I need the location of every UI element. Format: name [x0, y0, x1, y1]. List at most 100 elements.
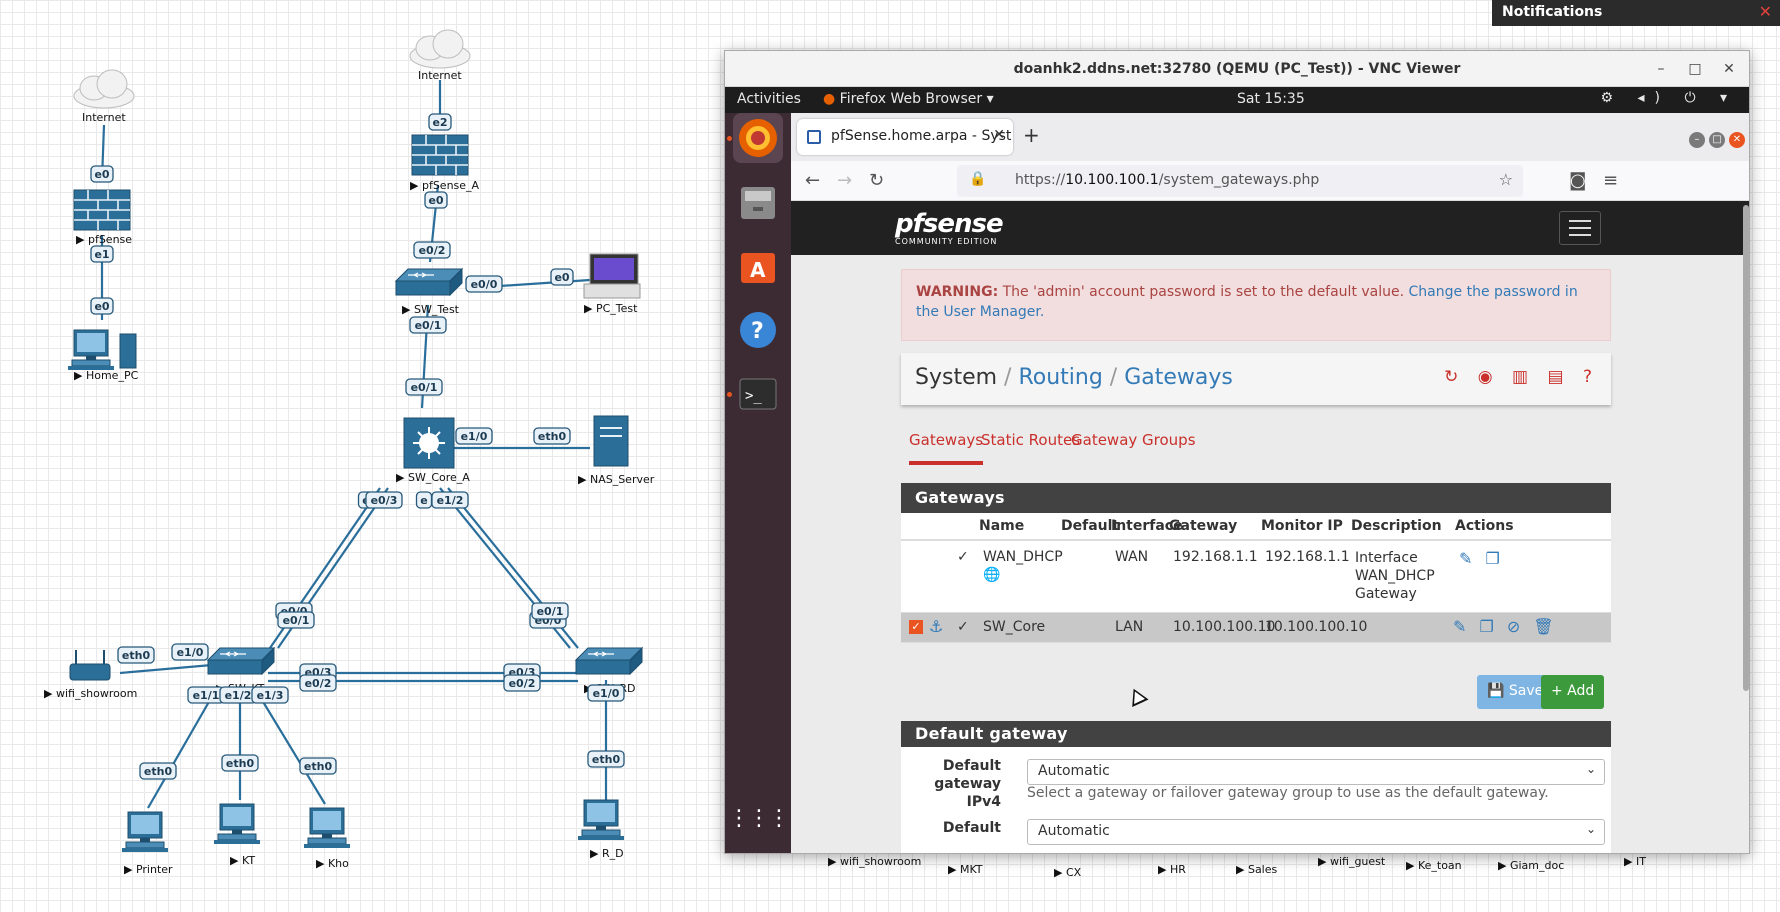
bottom-node-label: ▶ MKT — [948, 863, 983, 876]
port-label-wifi_eth0: eth0 — [117, 646, 155, 664]
hamburger-menu-button[interactable] — [1559, 211, 1601, 245]
port-label-core_e10: e1/0 — [455, 427, 493, 445]
pfsense-favicon-icon — [807, 130, 821, 144]
node-nas-server[interactable]: ▶ NAS_Server — [578, 415, 655, 486]
svg-text:e1/2: e1/2 — [225, 689, 252, 702]
vnc-titlebar[interactable]: doanhk2.ddns.net:32780 (QEMU (PC_Test)) … — [725, 51, 1749, 87]
svg-text:▶ Kho: ▶ Kho — [316, 857, 349, 870]
close-icon[interactable]: ✕ — [1759, 2, 1772, 21]
bottom-node-label: ▶ CX — [1054, 866, 1082, 879]
clock[interactable]: Sat 15:35 — [1237, 91, 1305, 107]
maximize-button[interactable]: □ — [1679, 51, 1711, 87]
edit-copy-disable-delete-icons[interactable]: ✎ ❐ ⊘ 🗑 — [1453, 617, 1558, 636]
svg-text:Internet: Internet — [82, 111, 126, 124]
node-home-pc[interactable]: ▶ Home_PC — [67, 329, 139, 382]
status-online-icon: ✓ — [957, 549, 969, 565]
node-kho[interactable]: ▶ Kho — [303, 807, 351, 870]
node-pfsense-a[interactable]: ▶ pfSense_A — [410, 134, 480, 192]
status-online-icon: ✓ — [957, 619, 969, 635]
node-internet-top[interactable]: Internet — [409, 29, 471, 82]
bottom-node-label: ▶ HR — [1158, 863, 1186, 876]
pc-icon — [577, 799, 625, 841]
node-kt[interactable]: ▶ KT — [213, 803, 261, 867]
page-scrollbar[interactable] — [1743, 205, 1749, 691]
url-bar[interactable]: 🔒 https://10.100.100.1/system_gateways.p… — [957, 165, 1523, 197]
pfsense-page[interactable]: pfsense COMMUNITY EDITION WARNING: The '… — [791, 201, 1749, 853]
bottom-node-label: ▶ wifi_showroom — [828, 855, 921, 868]
breadcrumb-gateways-link[interactable]: Gateways — [1124, 365, 1233, 390]
notifications-title: Notifications — [1502, 4, 1603, 20]
node-r-d[interactable]: ▶ R_D — [577, 799, 625, 860]
pfsense-logo[interactable]: pfsense COMMUNITY EDITION — [895, 209, 1004, 246]
close-icon[interactable]: ✕ — [1729, 132, 1745, 148]
svg-text:e1/1: e1/1 — [193, 689, 220, 702]
add-button[interactable]: + Add — [1541, 675, 1605, 709]
bookmark-star-icon[interactable]: ☆ — [1499, 170, 1513, 189]
show-apps-grid-icon[interactable]: ⋮⋮⋮ — [728, 793, 790, 843]
svg-text:▶ SW_Core_A: ▶ SW_Core_A — [396, 471, 470, 484]
back-button[interactable]: ← — [805, 170, 820, 191]
help-dock-icon[interactable]: ? — [733, 305, 783, 355]
node-pc-test[interactable]: ▶ PC_Test — [583, 253, 641, 315]
minimize-icon[interactable]: – — [1689, 132, 1705, 148]
svg-text:e0/1: e0/1 — [411, 381, 438, 394]
app-menu-button[interactable]: ● Firefox Web Browser ▾ — [823, 91, 994, 107]
node-printer[interactable]: ▶ Printer — [121, 811, 173, 876]
reload-button[interactable]: ↻ — [869, 170, 884, 191]
port-label-core_e03: e0/3 — [365, 491, 403, 509]
tab-gateway-groups[interactable]: Gateway Groups — [1071, 431, 1196, 449]
page-action-icons[interactable]: ↻ ◉ ▥ ▤ ? — [1444, 367, 1599, 387]
pocket-icon[interactable]: ◙ — [1569, 170, 1586, 191]
node-internet-left[interactable]: Internet — [73, 69, 135, 124]
topology-links — [100, 80, 608, 809]
firefox-dock-icon[interactable] — [733, 113, 783, 163]
svg-text:e0/1: e0/1 — [283, 614, 310, 627]
svg-text:▶ R_D: ▶ R_D — [590, 847, 624, 860]
system-tray[interactable]: ⚙ ◂) ⏻ ▾ — [1601, 90, 1738, 106]
files-dock-icon[interactable] — [733, 177, 783, 227]
svg-text:eth0: eth0 — [226, 757, 255, 770]
tab-pfsense-gateways[interactable]: pfSense.home.arpa - Syst ✕ — [797, 119, 1013, 155]
lock-icon[interactable]: 🔒 — [969, 171, 986, 187]
activities-button[interactable]: Activities — [737, 91, 801, 107]
maximize-icon[interactable]: □ — [1709, 132, 1725, 148]
breadcrumb-routing-link[interactable]: Routing — [1018, 365, 1102, 390]
port-label-swt_e01: e0/1 — [409, 316, 447, 334]
tab-gateways[interactable]: Gateways — [909, 431, 984, 465]
table-row[interactable]: ✓ WAN_DHCP 🌐 WAN 192.168.1.1 192.168.1.1… — [901, 541, 1611, 613]
default-gateway-heading: Default gateway — [901, 721, 1611, 747]
close-tab-icon[interactable]: ✕ — [993, 127, 1005, 143]
new-tab-button[interactable]: + — [1023, 123, 1040, 147]
tab-static-routes[interactable]: Static Routes — [981, 431, 1080, 449]
node-sw-test[interactable]: ▶ SW_Test — [395, 268, 463, 316]
breadcrumb: System / Routing / Gateways ↻ ◉ ▥ ▤ ? — [901, 353, 1611, 405]
svg-text:e1/2: e1/2 — [437, 494, 464, 507]
default-gateway-ipv6-select[interactable]: Automatic ⌄ — [1027, 819, 1605, 845]
node-pfsense[interactable]: ▶ pfSense — [73, 189, 132, 246]
table-row[interactable]: ✓ ⚓ ✓ SW_Core LAN 10.100.100.10 10.100.1… — [901, 613, 1611, 643]
app-menu-icon[interactable]: ≡ — [1603, 170, 1618, 191]
minimize-button[interactable]: – — [1645, 51, 1677, 87]
row-checkbox[interactable]: ✓ — [909, 620, 923, 634]
svg-text:e0/0: e0/0 — [471, 278, 498, 291]
software-store-dock-icon[interactable]: A — [733, 241, 783, 291]
svg-text:e1/0: e1/0 — [593, 687, 620, 700]
close-button[interactable]: ✕ — [1713, 51, 1745, 87]
svg-text:eth0: eth0 — [538, 430, 567, 443]
vnc-viewer-window[interactable]: doanhk2.ddns.net:32780 (QEMU (PC_Test)) … — [724, 50, 1750, 854]
anchor-icon[interactable]: ⚓ — [929, 617, 943, 636]
port-label-kt_e11: e1/1 — [187, 686, 225, 704]
svg-text:eth0: eth0 — [122, 649, 151, 662]
firefox-window[interactable]: pfSense.home.arpa - Syst ✕ + – □ ✕ ← → ↻ 🔒… — [791, 113, 1749, 853]
svg-text:e0/1: e0/1 — [415, 319, 442, 332]
port-label-kt_e12: e1/2 — [219, 686, 257, 704]
edit-copy-icons[interactable]: ✎ ❐ — [1459, 549, 1504, 568]
forward-button[interactable]: → — [837, 170, 852, 191]
bottom-node-label: ▶ Ke_toan — [1406, 859, 1462, 872]
pfsense-header: pfsense COMMUNITY EDITION — [791, 201, 1749, 255]
default-gateway-panel: Default gateway IPv4 Automatic ⌄ Select a… — [901, 747, 1611, 853]
gateways-panel-heading: Gateways — [901, 483, 1611, 513]
dock: A ? >_ ⋮⋮⋮ — [725, 113, 791, 853]
terminal-dock-icon[interactable]: >_ — [733, 369, 783, 419]
default-gateway-ipv4-select[interactable]: Automatic ⌄ — [1027, 759, 1605, 785]
